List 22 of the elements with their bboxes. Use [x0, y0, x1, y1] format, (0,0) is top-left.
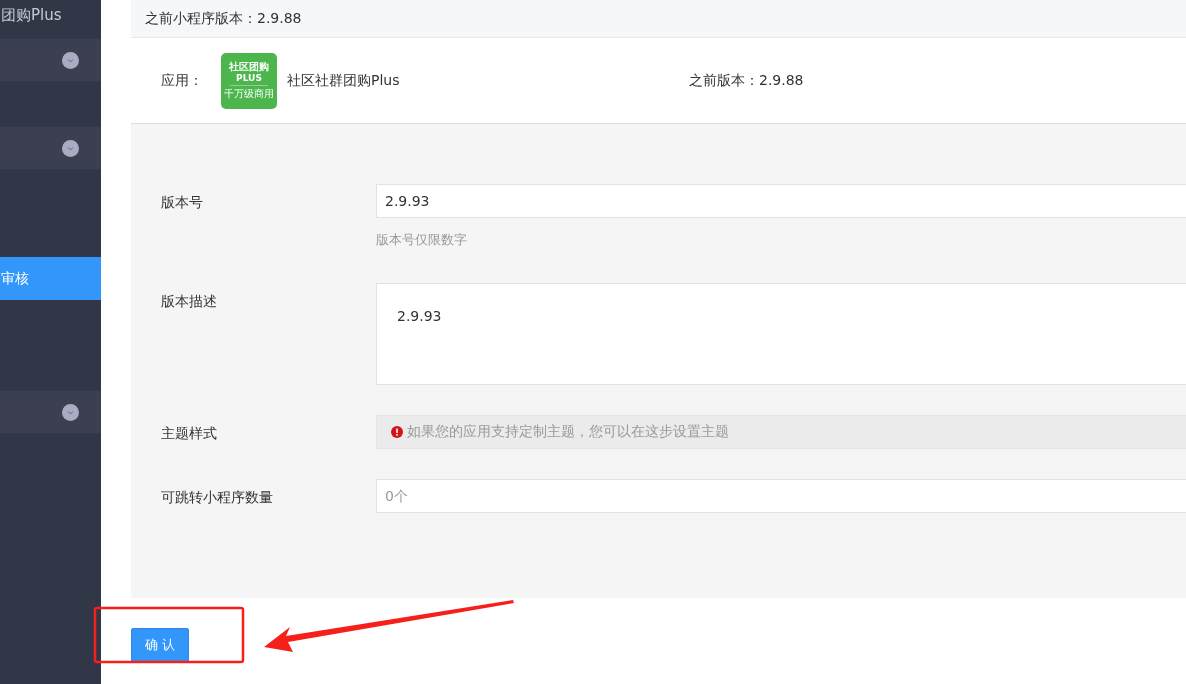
previous-version-text: 之前小程序版本：2.9.88	[145, 9, 302, 28]
chevron-down-icon[interactable]	[62, 403, 79, 421]
textarea-field[interactable]: 2.9.93	[376, 282, 1186, 385]
field-label: 主题样式	[160, 423, 218, 443]
warning-icon	[391, 425, 403, 438]
help-text: 版本号仅限数字	[376, 231, 468, 249]
field-label: 可跳转小程序数量	[160, 487, 274, 507]
sidebar-group-header[interactable]	[0, 391, 101, 433]
input-field[interactable]: 2.9.93	[376, 184, 1186, 218]
input-field[interactable]: 0个	[376, 478, 1186, 513]
chevron-down-icon[interactable]	[62, 139, 79, 157]
field-label: 版本描述	[160, 291, 218, 311]
alert-text: 如果您的应用支持定制主题，您可以在这步设置主题	[407, 422, 729, 441]
app-logo: 社区团购 PLUS 千万级商用	[221, 52, 277, 109]
field-label: 版本号	[160, 193, 204, 212]
app-name: 社区社群团购Plus	[287, 71, 401, 90]
previous-version-text: 之前版本：2.9.88	[689, 71, 804, 90]
sidebar-group-header[interactable]	[0, 39, 101, 81]
app-label: 应用：	[161, 71, 203, 90]
sidebar-title: 团购Plus	[1, 5, 62, 26]
sidebar-group-header[interactable]	[0, 127, 101, 169]
chevron-down-icon[interactable]	[62, 51, 79, 69]
